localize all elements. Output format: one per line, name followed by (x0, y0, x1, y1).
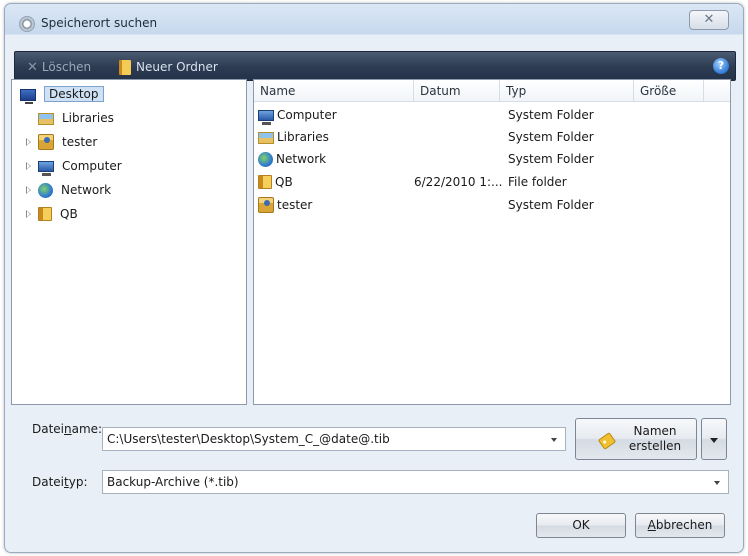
tree-item-label: Computer (62, 159, 122, 173)
new-folder-icon (119, 59, 131, 75)
delete-button[interactable]: ✕ Löschen (27, 58, 91, 76)
filetype-combobox[interactable]: Backup-Archive (*.tib) (102, 470, 729, 494)
list-item-type: System Folder (508, 152, 594, 166)
tag-icon (597, 432, 617, 450)
list-item-date (416, 104, 500, 126)
list-item[interactable]: tester System Folder (254, 194, 730, 216)
computer-icon (38, 161, 54, 176)
filename-combobox[interactable]: C:\Users\tester\Desktop\System_C_@date@.… (102, 427, 566, 451)
tree-item-qb[interactable]: QB (26, 204, 78, 224)
dialog-title: Speicherort suchen (41, 16, 158, 30)
libraries-icon (38, 113, 54, 125)
tree-item-label: tester (62, 135, 98, 149)
new-folder-label: Neuer Ordner (136, 60, 218, 74)
user-folder-icon (38, 134, 54, 150)
tree-item-label: Desktop (44, 86, 104, 102)
list-item[interactable]: Network System Folder (254, 148, 730, 170)
filetype-value: Backup-Archive (*.tib) (107, 475, 239, 489)
list-item-name-text: Computer (277, 108, 337, 122)
list-item-name: Libraries (258, 126, 412, 148)
chevron-down-icon[interactable] (714, 481, 720, 485)
tree-item-label: Network (61, 183, 112, 197)
tree-item-computer[interactable]: Computer (26, 156, 122, 176)
list-item-date (416, 148, 500, 170)
dialog-app-icon (19, 16, 35, 32)
filename-label-part: ame: (71, 422, 103, 436)
desktop-icon (20, 89, 36, 104)
folder-tree[interactable]: Desktop Libraries tester Computer Networ… (11, 79, 247, 405)
list-item-name: Network (258, 148, 412, 170)
list-item-date: 6/22/2010 1:... (414, 175, 502, 189)
network-icon (258, 151, 273, 167)
libraries-icon (258, 132, 274, 144)
cancel-label: bbrechen (655, 518, 713, 532)
create-name-button[interactable]: Namen erstellen (575, 418, 697, 460)
list-item-date (416, 126, 500, 148)
close-button[interactable]: ✕ (689, 10, 729, 30)
cancel-accesskey: A (647, 518, 656, 532)
column-header-name[interactable]: Name (254, 80, 414, 102)
chevron-down-icon[interactable] (551, 438, 557, 442)
toolbar: ✕ Löschen Neuer Ordner ? (14, 51, 736, 81)
filename-label-accesskey: n (64, 422, 72, 436)
filename-input[interactable]: C:\Users\tester\Desktop\System_C_@date@.… (107, 432, 390, 446)
column-header-date[interactable]: Datum (414, 80, 500, 102)
list-item-type: System Folder (508, 108, 594, 122)
filename-label: Dateiname: (32, 422, 102, 436)
column-header-size[interactable]: Größe (634, 80, 704, 102)
tree-item-tester[interactable]: tester (26, 132, 98, 152)
column-header-type[interactable]: Typ (500, 80, 634, 102)
list-item-name-text: Libraries (277, 130, 329, 144)
list-item-name: Computer (258, 104, 412, 126)
tree-item-label: QB (60, 207, 78, 221)
list-item-type: System Folder (508, 198, 594, 212)
chevron-down-icon (710, 438, 718, 443)
help-icon[interactable]: ? (713, 58, 729, 74)
filetype-label-part: yp: (68, 475, 88, 489)
tree-item-desktop[interactable]: Desktop (20, 84, 104, 104)
create-name-dropdown-button[interactable] (701, 418, 727, 460)
list-item-name-text: QB (275, 175, 293, 189)
expand-arrow-icon[interactable] (26, 186, 31, 194)
create-name-label-line1: Namen (633, 424, 677, 438)
list-item-name: tester (258, 194, 412, 216)
folder-icon (38, 207, 52, 221)
create-name-label-line2: erstellen (628, 439, 682, 453)
delete-icon: ✕ (27, 59, 38, 75)
list-header: Name Datum Typ Größe (254, 80, 730, 102)
expand-arrow-icon[interactable] (26, 210, 31, 218)
ok-button[interactable]: OK (536, 513, 626, 538)
list-item[interactable]: Computer System Folder (254, 104, 730, 126)
create-name-label: Namen erstellen (624, 424, 686, 454)
list-item-name-text: Network (276, 152, 327, 166)
computer-icon (258, 110, 274, 125)
network-icon (38, 182, 53, 198)
delete-label: Löschen (41, 60, 92, 74)
list-item-date (416, 194, 500, 216)
filetype-label: Dateityp: (32, 475, 88, 489)
list-item[interactable]: QB 6/22/2010 1:... File folder (254, 171, 730, 193)
list-item-name: QB (258, 171, 412, 193)
user-folder-icon (258, 197, 274, 213)
list-item-type: File folder (508, 175, 567, 189)
new-folder-button[interactable]: Neuer Ordner (119, 58, 218, 76)
list-item[interactable]: Libraries System Folder (254, 126, 730, 148)
tree-item-network[interactable]: Network (26, 180, 112, 200)
expand-arrow-icon[interactable] (26, 138, 31, 146)
folder-icon (258, 175, 272, 189)
filename-label-part: Datei (32, 422, 65, 436)
file-list[interactable]: Name Datum Typ Größe Computer System Fol… (253, 79, 731, 405)
expand-arrow-icon[interactable] (26, 162, 31, 170)
cancel-button[interactable]: Abbrechen (635, 513, 725, 538)
title-bar: Speicherort suchen ✕ (5, 4, 743, 44)
list-item-type: System Folder (508, 130, 594, 144)
list-item-name-text: tester (277, 198, 313, 212)
tree-item-libraries[interactable]: Libraries (38, 108, 114, 128)
tree-item-label: Libraries (62, 111, 114, 125)
filetype-label-part: Datei (32, 475, 65, 489)
